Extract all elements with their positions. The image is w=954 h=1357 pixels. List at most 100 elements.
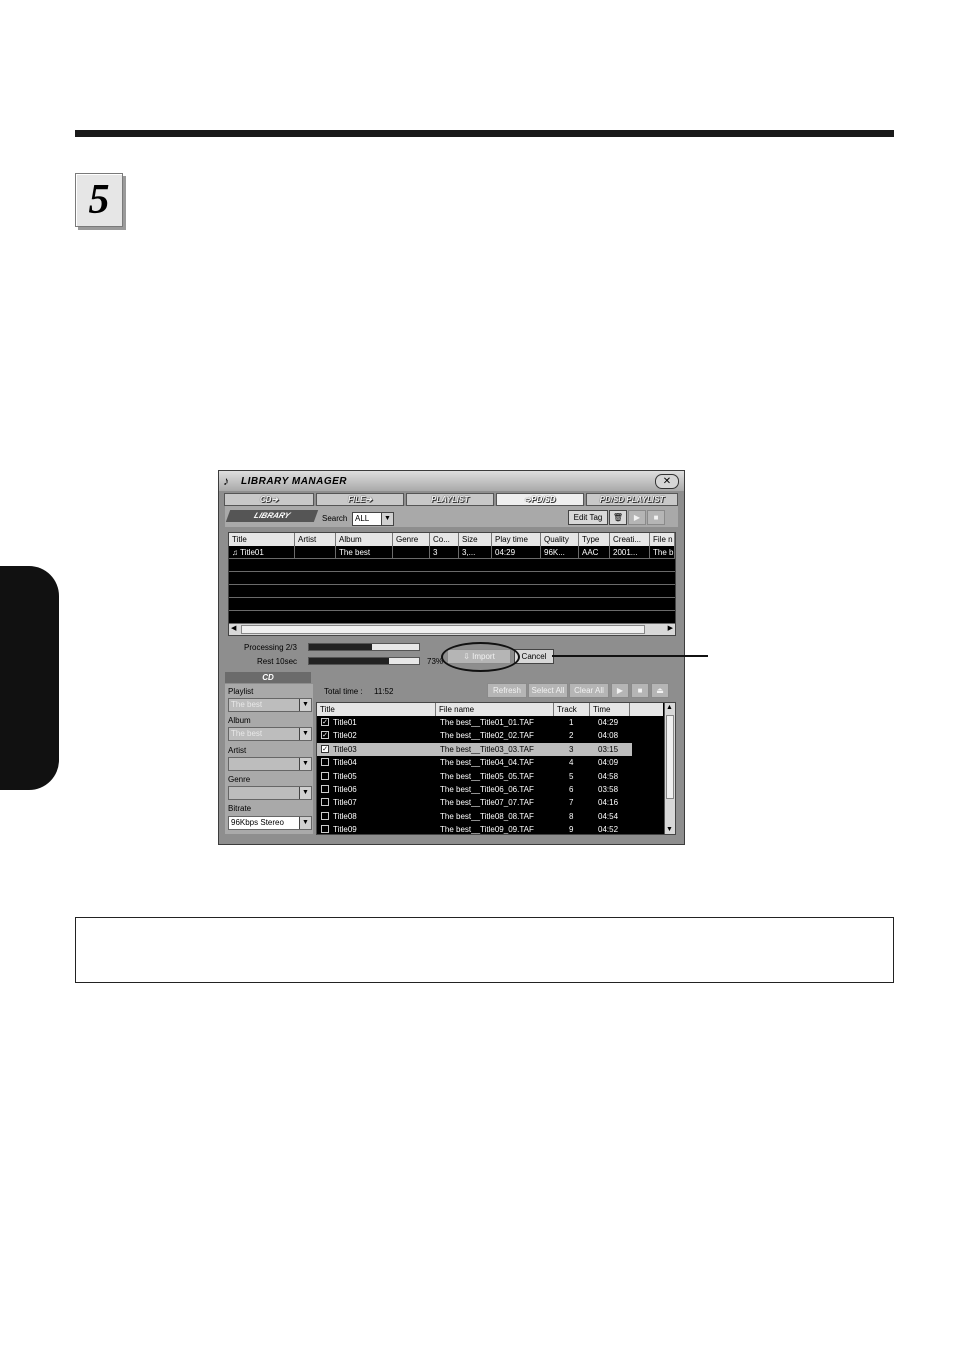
track-checkbox[interactable] xyxy=(321,825,329,834)
window-title: LIBRARY MANAGER xyxy=(241,476,348,487)
track-checkbox[interactable] xyxy=(321,758,329,767)
col-size[interactable]: Size xyxy=(459,533,492,546)
scroll-thumb[interactable] xyxy=(666,715,674,799)
track-checkbox[interactable]: ✓ xyxy=(321,718,329,726)
play-icon[interactable]: ▶ xyxy=(628,510,646,525)
scroll-down-icon[interactable]: ▼ xyxy=(666,826,673,833)
track-number: 3 xyxy=(569,744,574,754)
list-item[interactable]: Title05 The best__Title05_05.TAF 5 04:58 xyxy=(317,770,632,783)
table-row-empty xyxy=(229,611,675,624)
table-row[interactable]: ♫ Title01 The best 3 3,... 04:29 96K... … xyxy=(229,546,675,559)
table-row-empty xyxy=(229,559,675,572)
music-file-icon: ♫ xyxy=(232,548,238,557)
tab-playlist[interactable]: PLAYLIST xyxy=(406,493,494,506)
track-title: Title05 xyxy=(333,771,357,781)
table-row-empty xyxy=(229,598,675,611)
track-title: Title07 xyxy=(333,798,357,808)
scroll-thumb[interactable] xyxy=(241,625,645,634)
artist-select[interactable]: ▼ xyxy=(228,757,312,771)
list-item[interactable]: ✓ Title01 The best__Title01_01.TAF 1 04:29 xyxy=(317,716,632,729)
col-creation[interactable]: Creati... xyxy=(610,533,650,546)
scroll-left-icon[interactable]: ◀ xyxy=(231,624,236,632)
cancel-button[interactable]: Cancel xyxy=(514,649,554,664)
col-file-name[interactable]: File n xyxy=(650,533,675,546)
col-album[interactable]: Album xyxy=(336,533,393,546)
track-file-name: The best__Title01_01.TAF xyxy=(440,718,534,727)
select-all-button[interactable]: Select All xyxy=(528,683,568,698)
track-time: 03:58 xyxy=(598,785,619,794)
col-track[interactable]: Track xyxy=(554,703,590,716)
import-callout-circle xyxy=(441,642,520,672)
bitrate-select[interactable]: 96Kbps Stereo ▼ xyxy=(228,816,312,830)
playlist-select[interactable]: The best ▼ xyxy=(228,698,312,712)
chevron-down-icon: ▼ xyxy=(299,787,311,799)
stop-icon[interactable]: ■ xyxy=(647,510,665,525)
stop-icon[interactable]: ■ xyxy=(631,683,649,698)
genre-select[interactable]: ▼ xyxy=(228,786,312,800)
vertical-scrollbar[interactable]: ▲ ▼ xyxy=(664,703,675,834)
cell-count: 3 xyxy=(430,546,459,559)
col-file-name[interactable]: File name xyxy=(436,703,554,716)
track-time: 04:16 xyxy=(598,798,619,808)
list-item[interactable]: Title04 The best__Title04_04.TAF 4 04:09 xyxy=(317,756,632,769)
list-item[interactable]: Title09 The best__Title09_09.TAF 9 04:52 xyxy=(317,823,632,835)
rest-progress-bar xyxy=(308,657,420,665)
col-time[interactable]: Time xyxy=(590,703,630,716)
album-value: The best xyxy=(231,729,263,738)
track-checkbox[interactable] xyxy=(321,771,329,780)
chevron-down-icon: ▼ xyxy=(381,513,393,525)
rest-label: Rest 10sec xyxy=(257,657,298,666)
track-time: 04:52 xyxy=(598,825,619,835)
playlist-label: Playlist xyxy=(228,687,254,696)
refresh-button[interactable]: Refresh xyxy=(487,683,527,698)
list-item[interactable]: Title06 The best__Title06_06.TAF 6 03:58 xyxy=(317,783,632,796)
close-icon[interactable]: ✕ xyxy=(655,474,679,489)
cd-info-panel: Playlist The best ▼ Album The best ▼ Art… xyxy=(225,684,313,834)
edit-tag-button[interactable]: Edit Tag xyxy=(568,510,608,525)
track-title: Title06 xyxy=(333,785,357,794)
track-time: 04:09 xyxy=(598,758,619,768)
col-count[interactable]: Co... xyxy=(430,533,459,546)
track-checkbox[interactable]: ✓ xyxy=(321,744,329,753)
col-title[interactable]: Title xyxy=(229,533,295,546)
clear-all-button[interactable]: Clear All xyxy=(569,683,609,698)
track-checkbox[interactable] xyxy=(321,798,329,807)
title-bar[interactable]: ♪ LIBRARY MANAGER ✕ xyxy=(219,471,684,491)
tab-file[interactable]: FILE➔ xyxy=(316,493,404,506)
list-item[interactable]: Title07 The best__Title07_07.TAF 7 04:16 xyxy=(317,796,632,809)
col-title[interactable]: Title xyxy=(317,703,436,716)
track-number: 5 xyxy=(569,771,574,781)
list-item[interactable]: ✓ Title02 The best__Title02_02.TAF 2 04:08 xyxy=(317,729,632,742)
search-select[interactable]: ALL ▼ xyxy=(352,512,394,526)
col-artist[interactable]: Artist xyxy=(295,533,336,546)
list-item[interactable]: ✓ Title03 The best__Title03_03.TAF 3 03:15 xyxy=(317,742,632,756)
album-select[interactable]: The best ▼ xyxy=(228,727,312,741)
track-checkbox[interactable] xyxy=(321,785,329,793)
track-checkbox[interactable]: ✓ xyxy=(321,731,329,740)
tab-cd[interactable]: CD➔ xyxy=(224,493,314,506)
tab-pd-sd[interactable]: ➩PD/SD xyxy=(496,493,584,506)
tab-pd-sd-playlist[interactable]: PD/SD PLAYLIST xyxy=(586,493,678,506)
trash-icon[interactable]: 🗑 xyxy=(609,510,627,525)
cell-title-text: Title01 xyxy=(240,548,264,557)
track-title: Title03 xyxy=(333,744,357,754)
cd-track-table: Title File name Track Time ✓ Title01 The b… xyxy=(316,702,676,835)
col-play-time[interactable]: Play time xyxy=(492,533,541,546)
scroll-right-icon[interactable]: ▶ xyxy=(668,624,673,632)
processing-progress-bar xyxy=(308,643,420,651)
eject-icon[interactable]: ⏏ xyxy=(651,683,669,698)
track-time: 03:15 xyxy=(598,744,619,754)
track-checkbox[interactable] xyxy=(321,811,329,820)
col-genre[interactable]: Genre xyxy=(393,533,430,546)
col-quality[interactable]: Quality xyxy=(541,533,579,546)
cell-quality: 96K... xyxy=(541,546,579,559)
artist-label: Artist xyxy=(228,746,247,755)
col-type[interactable]: Type xyxy=(579,533,610,546)
track-time: 04:58 xyxy=(598,771,619,781)
list-item[interactable]: Title08 The best__Title08_08.TAF 8 04:54 xyxy=(317,810,632,823)
play-icon[interactable]: ▶ xyxy=(611,683,629,698)
horizontal-scrollbar[interactable]: ◀ ▶ xyxy=(229,624,675,635)
chevron-down-icon: ▼ xyxy=(299,758,311,770)
scroll-up-icon[interactable]: ▲ xyxy=(666,704,673,711)
header-rule xyxy=(75,130,894,137)
